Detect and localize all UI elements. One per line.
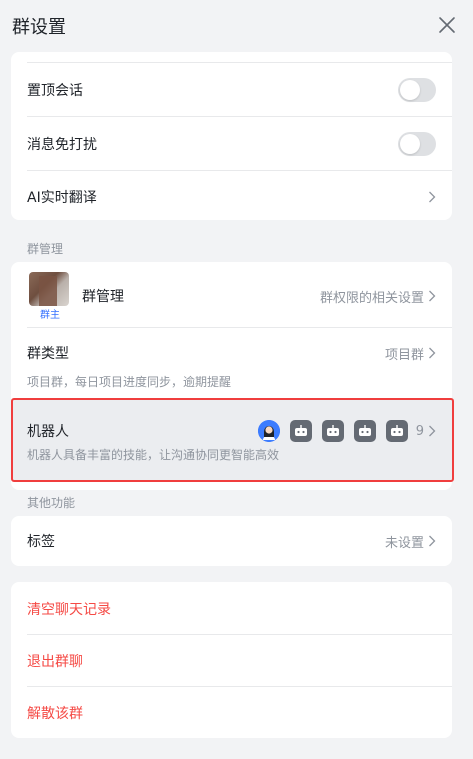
close-icon[interactable] [437,15,457,35]
robot-label: 机器人 [27,424,69,440]
robot-desc: 机器人具备丰富的技能，让沟通协同更智能高效 [27,447,280,462]
robot-icon [321,420,344,442]
robot-row-top: 机器人 9 [27,420,436,442]
robot-icon [353,420,376,442]
group-type-right: 项目群 [385,344,436,363]
toggle-knob [400,80,420,100]
group-management-card: 群主 群管理 群权限的相关设置 群类型 项目群 项目群，每日项目进度同步，逾期提… [11,262,452,490]
avatar[interactable]: 群主 [25,270,71,321]
bot-face-icon [294,425,307,436]
pin-chat-label: 置顶会话 [27,83,83,99]
toggle-knob [400,134,420,154]
danger-actions-card: 清空聊天记录 退出群聊 解散该群 [11,582,452,738]
chevron-right-icon [429,347,436,359]
mute-label: 消息免打扰 [27,137,97,153]
leave-group-button[interactable]: 退出群聊 [27,651,83,671]
tag-value: 未设置 [384,535,424,551]
divider [27,634,452,635]
robot-icon [385,420,408,442]
divider [27,327,452,328]
tag-right: 未设置 [385,532,436,551]
group-settings-panel: 群设置 置顶会话 消息免打扰 AI实时翻译 群管理 群主 群管理 群权限的相关设… [0,0,473,759]
person-icon [257,420,280,442]
divider [27,62,452,63]
robot-avatars: 9 [257,420,436,442]
section-title-group-management: 群管理 [27,242,64,256]
tag-row[interactable]: 标签 未设置 [27,528,436,554]
ai-translate-row[interactable]: AI实时翻译 [27,183,436,211]
clear-history-row[interactable]: 清空聊天记录 [27,596,436,622]
dissolve-group-row[interactable]: 解散该群 [27,700,436,726]
section-title-other-functions: 其他功能 [27,496,76,510]
group-type-desc-row: 项目群，每日项目进度同步，逾期提醒 [27,372,436,390]
leave-group-row[interactable]: 退出群聊 [27,648,436,674]
divider [27,686,452,687]
page-title: 群设置 [12,17,66,38]
bot-face-icon [390,425,403,436]
dissolve-group-button[interactable]: 解散该群 [27,703,83,723]
pin-chat-toggle[interactable] [398,78,436,102]
robot-desc-row: 机器人具备丰富的技能，让沟通协同更智能高效 [27,445,436,463]
mute-toggle[interactable] [398,132,436,156]
robot-row[interactable]: 机器人 9 机器人具备丰富的技能，让沟通协同更智能高效 [11,400,452,480]
group-type-desc: 项目群，每日项目进度同步，逾期提醒 [27,374,232,389]
bot-face-icon [326,425,339,436]
chat-settings-card: 置顶会话 消息免打扰 AI实时翻译 [11,52,452,220]
other-functions-card: 标签 未设置 [11,516,452,566]
bot-face-icon [358,425,371,436]
chevron-right-icon [429,191,436,203]
ai-translate-label: AI实时翻译 [27,190,97,206]
header: 群设置 [0,0,473,52]
owner-badge: 群主 [37,306,63,321]
pin-chat-row[interactable]: 置顶会话 [27,76,436,104]
avatar-image-detail [39,276,57,306]
clear-history-button[interactable]: 清空聊天记录 [27,599,111,619]
robot-avatar-girl [257,420,280,442]
chevron-right-icon [429,425,436,437]
group-permission-link: 群权限的相关设置 [319,290,424,306]
robot-icon [289,420,312,442]
chevron-right-icon [429,535,436,547]
group-type-value: 项目群 [384,347,424,363]
divider [27,116,452,117]
group-type-label: 群类型 [27,346,69,362]
group-management-right: 群权限的相关设置 [320,287,436,306]
mute-row[interactable]: 消息免打扰 [27,130,436,158]
group-type-row[interactable]: 群类型 项目群 [27,342,436,364]
tag-label: 标签 [27,534,55,550]
chevron-right-icon [429,290,436,302]
group-management-row[interactable]: 群管理 群权限的相关设置 [82,282,436,310]
group-management-label: 群管理 [82,289,124,305]
robot-count: 9 [415,423,424,439]
divider [27,170,452,171]
